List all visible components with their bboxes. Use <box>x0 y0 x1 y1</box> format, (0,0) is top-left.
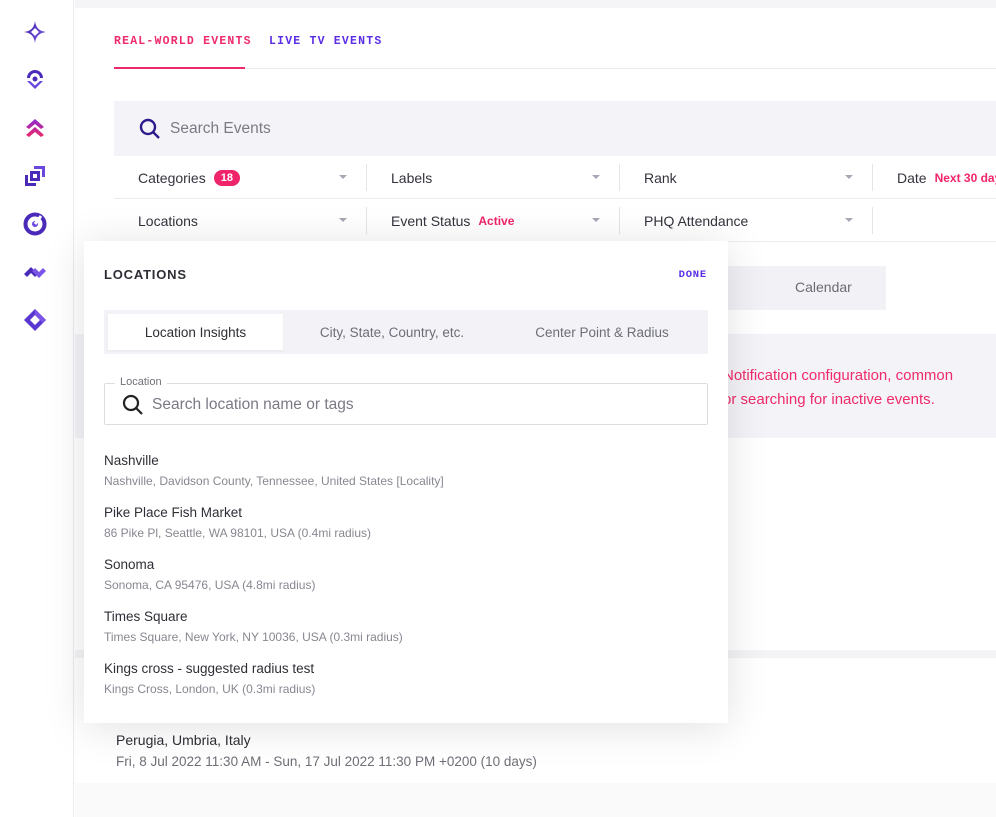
list-item[interactable]: Times Square Times Square, New York, NY … <box>104 608 708 660</box>
tab-real-world-events[interactable]: REAL-WORLD EVENTS <box>114 35 252 48</box>
event-status-value: Active <box>478 213 515 228</box>
event-type-tabs: REAL-WORLD EVENTS LIVE TV EVENTS <box>114 8 996 69</box>
event-date-range: Fri, 8 Jul 2022 11:30 AM - Sun, 17 Jul 2… <box>116 754 537 769</box>
filter-label: Categories <box>138 169 206 186</box>
location-description: 86 Pike Pl, Seattle, WA 98101, USA (0.4m… <box>104 526 372 540</box>
location-field-label: Location <box>115 376 167 388</box>
sparkle-icon[interactable] <box>22 19 48 45</box>
tab-live-tv-events[interactable]: LIVE TV EVENTS <box>269 35 382 48</box>
search-events-bar <box>114 101 996 156</box>
chevron-down-icon <box>592 175 600 179</box>
filter-labels[interactable]: Labels <box>367 156 620 199</box>
popover-title: LOCATIONS <box>104 267 187 282</box>
categories-count-badge: 18 <box>213 169 240 186</box>
list-item[interactable]: Pike Place Fish Market 86 Pike Pl, Seatt… <box>104 504 708 556</box>
location-description: Times Square, New York, NY 10036, USA (0… <box>104 630 403 644</box>
location-name: Times Square <box>104 609 188 624</box>
location-search-field: Location <box>104 376 708 425</box>
location-suggestions-list: Nashville Nashville, Davidson County, Te… <box>104 452 708 712</box>
notice-text: Notification configuration, common or se… <box>723 367 954 408</box>
filters-panel: Categories 18 Labels Rank Date Next 30 d… <box>114 156 996 242</box>
date-filter-value: Next 30 days <box>934 170 996 185</box>
filter-label: Rank <box>644 169 677 186</box>
location-description: Sonoma, CA 95476, USA (4.8mi radius) <box>104 578 316 592</box>
zigzag-icon[interactable] <box>22 259 48 285</box>
filter-categories[interactable]: Categories 18 <box>114 156 367 199</box>
filter-phq-attendance[interactable]: PHQ Attendance <box>620 199 873 242</box>
location-description: Nashville, Davidson County, Tennessee, U… <box>104 474 444 488</box>
chevron-down-icon <box>339 175 347 179</box>
location-name: Pike Place Fish Market <box>104 505 243 520</box>
calendar-view-button[interactable]: Calendar <box>795 279 852 295</box>
list-item[interactable]: Kings cross - suggested radius test King… <box>104 660 708 712</box>
event-location: Perugia, Umbria, Italy <box>116 732 251 748</box>
location-mode-segmented-control: Location Insights City, State, Country, … <box>104 310 708 354</box>
chevron-down-icon <box>592 218 600 222</box>
location-name: Sonoma <box>104 557 155 572</box>
filter-label: Event Status <box>391 212 471 229</box>
active-tab-indicator <box>114 67 245 69</box>
layers-icon[interactable] <box>22 163 48 189</box>
done-button[interactable]: DONE <box>679 269 707 281</box>
filter-locations[interactable]: Locations <box>114 199 367 242</box>
search-icon <box>122 394 143 415</box>
diamond-icon[interactable] <box>22 307 48 333</box>
locations-popover: LOCATIONS DONE Location Insights City, S… <box>84 241 728 723</box>
chevron-down-icon <box>845 175 853 179</box>
top-strip <box>75 0 996 8</box>
location-description: Kings Cross, London, UK (0.3mi radius) <box>104 682 316 696</box>
list-item[interactable]: Sonoma Sonoma, CA 95476, USA (4.8mi radi… <box>104 556 708 608</box>
location-pin-icon[interactable] <box>22 67 48 93</box>
location-name: Kings cross - suggested radius test <box>104 661 315 676</box>
segment-location-insights[interactable]: Location Insights <box>108 314 283 350</box>
filter-label: PHQ Attendance <box>644 212 749 229</box>
list-item[interactable]: Nashville Nashville, Davidson County, Te… <box>104 452 708 504</box>
sidebar <box>0 0 74 817</box>
chevron-down-icon <box>845 218 853 222</box>
double-chevron-up-icon[interactable] <box>22 115 48 141</box>
location-name: Nashville <box>104 453 159 468</box>
filter-rank[interactable]: Rank <box>620 156 873 199</box>
filter-label: Labels <box>391 169 433 186</box>
filter-label: Date <box>897 169 927 186</box>
segment-city-state-country[interactable]: City, State, Country, etc. <box>292 314 492 350</box>
search-icon <box>139 118 160 139</box>
filter-date[interactable]: Date Next 30 days <box>873 156 996 199</box>
filter-label: Locations <box>138 212 198 229</box>
segment-center-point-radius[interactable]: Center Point & Radius <box>502 314 702 350</box>
location-search-input[interactable] <box>152 393 692 417</box>
chevron-down-icon <box>339 218 347 222</box>
target-icon[interactable] <box>22 211 48 237</box>
filter-event-status[interactable]: Event Status Active <box>367 199 620 242</box>
search-events-input[interactable] <box>170 119 670 138</box>
